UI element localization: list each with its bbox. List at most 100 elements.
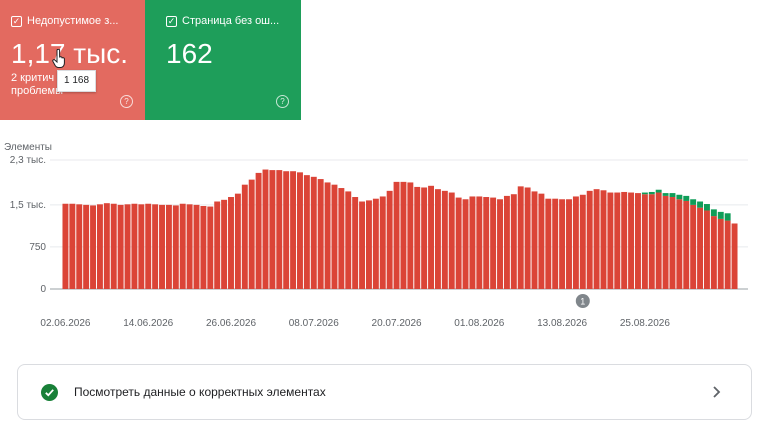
x-tick-label: 02.06.2026	[40, 318, 90, 329]
bar-invalid	[676, 199, 683, 289]
valid-items-card[interactable]: ✓ Страница без ош... 162 ?	[145, 0, 301, 120]
x-tick-label: 01.08.2026	[454, 318, 504, 329]
view-valid-items-row[interactable]: Посмотреть данные о корректных элементах	[17, 364, 752, 420]
invalid-count: 1,17 тыс.	[11, 38, 129, 69]
bar-invalid	[372, 198, 379, 289]
invalid-card-title: Недопустимое з...	[27, 15, 119, 27]
items-bar-chart[interactable]: 0 750 1,5 тыс. 2,3 тыс. 02.06.2026 14.06.2026…	[0, 150, 768, 340]
bar-invalid	[586, 190, 593, 289]
bar-valid	[662, 193, 669, 196]
bar-invalid	[214, 201, 221, 289]
bar-invalid	[248, 179, 255, 289]
bar-invalid	[241, 184, 248, 289]
count-tooltip: 1 168	[57, 70, 96, 92]
checkbox-checked-icon[interactable]: ✓	[11, 15, 22, 27]
bar-invalid	[317, 179, 324, 289]
bar-invalid	[338, 188, 345, 289]
bar-invalid	[621, 191, 628, 289]
bar-invalid	[476, 196, 483, 289]
bar-invalid	[697, 207, 704, 289]
bar-invalid	[297, 172, 303, 289]
bar-invalid	[517, 186, 524, 289]
x-tick-label: 26.06.2026	[206, 318, 256, 329]
bar-invalid	[90, 205, 97, 289]
bar-invalid	[345, 191, 352, 289]
help-icon[interactable]: ?	[120, 95, 133, 108]
bar-invalid	[138, 204, 145, 289]
bar-invalid	[145, 203, 152, 289]
valid-card-header: ✓ Страница без ош...	[166, 15, 295, 27]
bar-valid	[724, 213, 731, 221]
bar-invalid	[455, 197, 462, 289]
bar-invalid	[172, 205, 179, 289]
y-tick-label: 2,3 тыс.	[10, 155, 46, 166]
bar-invalid	[283, 171, 290, 289]
bar-invalid	[462, 199, 469, 289]
bar-invalid	[483, 197, 490, 289]
y-tick-label: 750	[29, 242, 46, 253]
bar-invalid	[503, 195, 510, 289]
bar-invalid	[310, 176, 317, 289]
help-icon[interactable]: ?	[276, 95, 289, 108]
bar-invalid	[469, 196, 476, 289]
bar-invalid	[524, 187, 531, 289]
bar-invalid	[593, 189, 600, 289]
bar-valid	[697, 201, 704, 208]
valid-count: 162	[166, 38, 213, 69]
bar-invalid	[152, 204, 159, 289]
x-tick-label: 20.07.2026	[372, 318, 422, 329]
bar-invalid	[717, 218, 724, 289]
bar-invalid	[662, 195, 669, 289]
bar-invalid	[490, 197, 497, 289]
bar-invalid	[290, 171, 297, 289]
bar-valid	[641, 192, 648, 195]
check-circle-icon	[41, 383, 58, 401]
bar-valid	[710, 209, 717, 217]
invalid-card-header: ✓ Недопустимое з...	[11, 15, 139, 27]
view-valid-items-label: Посмотреть данные о корректных элементах	[74, 385, 326, 399]
bar-invalid	[96, 204, 103, 289]
bar-invalid	[607, 192, 614, 289]
bar-invalid	[117, 204, 124, 289]
bar-invalid	[703, 210, 710, 289]
x-tick-label: 14.06.2026	[123, 318, 173, 329]
bar-invalid	[324, 182, 331, 289]
checkbox-checked-icon[interactable]: ✓	[166, 15, 177, 27]
bar-invalid	[545, 198, 552, 289]
bar-invalid	[510, 194, 517, 289]
bar-invalid	[124, 204, 131, 289]
bar-invalid	[655, 192, 662, 289]
x-tick-label: 25.08.2026	[620, 318, 670, 329]
bar-invalid	[414, 186, 421, 289]
x-tick-label: 13.08.2026	[537, 318, 587, 329]
bar-invalid	[628, 192, 635, 289]
bar-invalid	[641, 194, 648, 289]
bar-invalid	[434, 189, 441, 289]
chevron-right-icon	[713, 386, 721, 398]
bar-invalid	[497, 199, 503, 289]
y-tick-label: 1,5 тыс.	[10, 200, 46, 211]
bar-invalid	[69, 203, 76, 289]
bar-invalid	[269, 170, 276, 289]
valid-card-title: Страница без ош...	[182, 15, 280, 27]
bar-invalid	[400, 181, 407, 289]
bar-invalid	[193, 204, 200, 289]
bar-invalid	[572, 196, 579, 289]
bar-invalid	[379, 196, 386, 289]
bar-invalid	[221, 199, 228, 289]
bar-valid	[669, 193, 676, 198]
bar-invalid	[186, 204, 193, 289]
bar-invalid	[669, 197, 676, 289]
bar-invalid	[331, 184, 338, 289]
bar-invalid	[407, 182, 414, 289]
annotation-label: 1	[580, 297, 585, 307]
bar-invalid	[566, 199, 572, 289]
bar-invalid	[648, 194, 655, 289]
bar-invalid	[234, 193, 241, 289]
bar-invalid	[352, 197, 359, 289]
bar-invalid	[421, 187, 428, 289]
bar-invalid	[276, 170, 283, 289]
bar-valid	[648, 191, 655, 195]
bar-invalid	[262, 169, 269, 289]
invalid-items-card[interactable]: ✓ Недопустимое з... 1,17 тыс. 2 критич п…	[0, 0, 145, 120]
